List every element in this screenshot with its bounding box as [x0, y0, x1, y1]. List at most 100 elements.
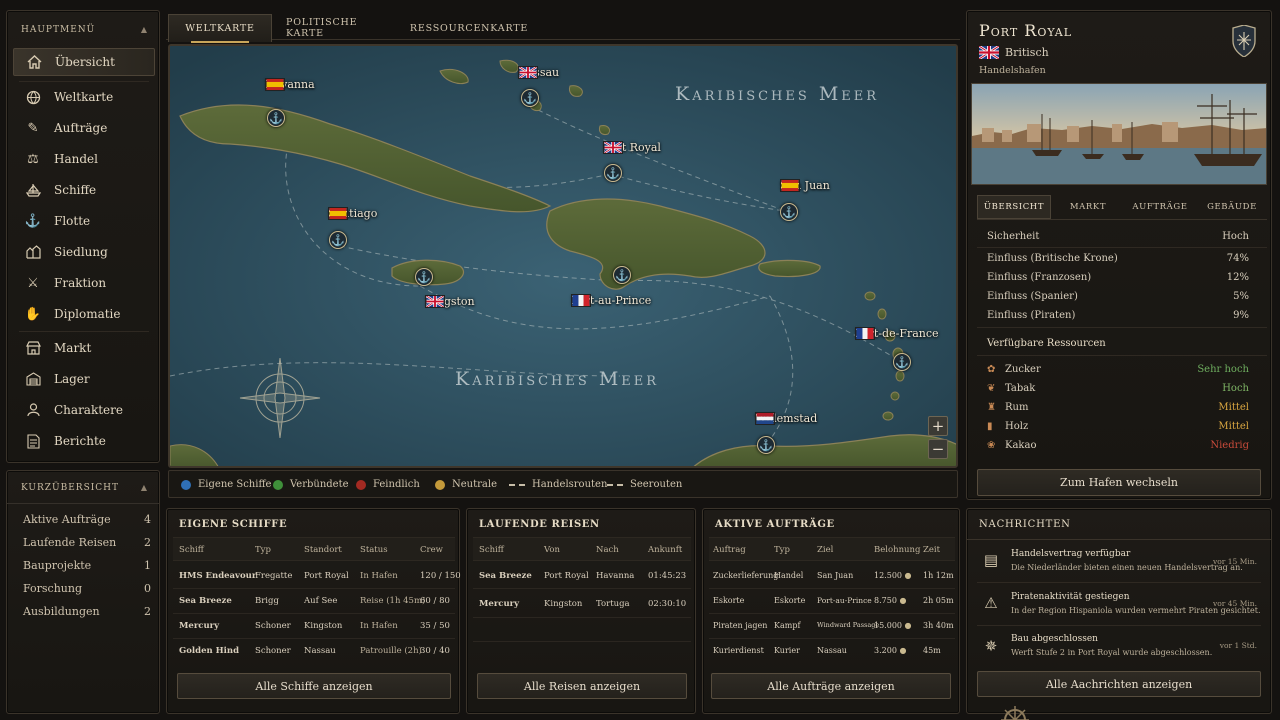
contract-icon: ▤	[983, 551, 999, 569]
port-tab-auftraege[interactable]: AUFTRÄGE	[1125, 195, 1195, 219]
port-anchor-icon[interactable]: ⚓	[757, 436, 775, 454]
legend-allies: Verbündete	[273, 479, 349, 490]
menu-item-lager[interactable]: Lager	[13, 365, 155, 393]
quick-row-voyages[interactable]: Laufende Reisen 2	[23, 536, 151, 549]
port-anchor-icon[interactable]: ⚓	[521, 89, 539, 107]
trade-icon: ⚖	[27, 151, 39, 167]
city-havanna[interactable]: Havanna	[265, 78, 315, 91]
menu-label: Handel	[54, 152, 98, 166]
col-header: Auftrag	[713, 545, 746, 555]
sugar-icon: ✿	[987, 364, 996, 375]
collapse-icon[interactable]: ▲	[141, 483, 147, 492]
menu-label: Aufträge	[54, 121, 108, 135]
quick-row-orders[interactable]: Aktive Aufträge 4	[23, 513, 151, 526]
col-header: Ankunft	[648, 545, 683, 555]
quick-row-research[interactable]: Forschung 0	[23, 582, 151, 595]
spain-flag-icon	[780, 179, 800, 192]
menu-item-siedlung[interactable]: Siedlung	[13, 238, 155, 266]
legend-dash	[509, 483, 525, 486]
coin-icon: ●	[899, 646, 907, 655]
port-anchor-icon[interactable]: ⚓	[893, 353, 911, 371]
city-willemstad[interactable]: Willemstad	[755, 412, 817, 425]
menu-item-fraktion[interactable]: ⚔ Fraktion	[13, 269, 155, 297]
britain-flag-icon	[518, 66, 538, 79]
city-santiago[interactable]: Santiago	[328, 207, 377, 220]
resource-row-rum: ♜ Rum Mittel	[987, 402, 1249, 413]
menu-item-handel[interactable]: ⚖ Handel	[13, 145, 155, 173]
menu-label: Flotte	[54, 214, 91, 228]
menu-item-berichte[interactable]: Berichte	[13, 427, 155, 455]
characters-icon	[25, 402, 41, 418]
tab-ressourcenkarte[interactable]: RESSOURCENKARTE	[410, 14, 527, 42]
port-tab-markt[interactable]: MARKT	[1053, 195, 1123, 219]
port-anchor-icon[interactable]: ⚓	[780, 203, 798, 221]
reward-value: 8.750 ●	[874, 596, 907, 605]
influence-row: Einfluss (Britische Krone) 74%	[987, 253, 1249, 264]
legend-dot	[435, 479, 445, 490]
col-header: Belohnung	[874, 545, 921, 555]
col-header: Nach	[596, 545, 619, 555]
port-anchor-icon[interactable]: ⚓	[604, 164, 622, 182]
zoom-in-button[interactable]: +	[928, 416, 948, 436]
city-san-juan[interactable]: San Juan	[780, 179, 830, 192]
port-type: Handelshafen	[979, 65, 1046, 76]
collapse-icon[interactable]: ▲	[141, 25, 147, 34]
port-anchor-icon[interactable]: ⚓	[613, 266, 631, 284]
coin-icon: ●	[899, 596, 907, 605]
menu-label: Fraktion	[54, 276, 107, 290]
quick-row-projects[interactable]: Bauprojekte 1	[23, 559, 151, 572]
menu-item-flotte[interactable]: ⚓ Flotte	[13, 207, 155, 235]
col-header: Zeit	[923, 545, 941, 555]
resources-title: Verfügbare Ressourcen	[987, 338, 1106, 349]
legend-trade-routes: Handelsrouten	[509, 479, 607, 490]
faction-icon: ⚔	[27, 275, 39, 291]
reports-icon	[25, 433, 41, 449]
col-header: Standort	[304, 545, 342, 555]
city-port-au-prince[interactable]: Port-au-Prince	[571, 294, 651, 307]
resource-row-holz: ▮ Holz Mittel	[987, 421, 1249, 432]
show-all-ships-button[interactable]: Alle Schiffe anzeigen	[177, 673, 451, 699]
main-menu-title: HAUPTMENÜ	[21, 25, 96, 35]
security-row: Sicherheit Hoch	[987, 231, 1249, 242]
show-all-news-button[interactable]: Alle Aachrichten anzeigen	[977, 671, 1261, 697]
show-all-voyages-button[interactable]: Alle Reisen anzeigen	[477, 673, 687, 699]
tab-politische-karte[interactable]: POLITISCHE KARTE	[286, 14, 388, 42]
menu-item-auftraege[interactable]: ✎ Aufträge	[13, 114, 155, 142]
menu-item-charaktere[interactable]: Charaktere	[13, 396, 155, 424]
col-header: Schiff	[179, 545, 204, 555]
news-title: NACHRICHTEN	[979, 519, 1071, 530]
city-kingston[interactable]: Kingston	[425, 295, 475, 308]
port-anchor-icon[interactable]: ⚓	[329, 231, 347, 249]
world-map[interactable]: Karibisches Meer Karibisches Meer Havann…	[168, 44, 958, 468]
menu-item-diplomatie[interactable]: ✋ Diplomatie	[13, 300, 155, 328]
legend-dot	[356, 479, 366, 490]
influence-row: Einfluss (Franzosen) 12%	[987, 272, 1249, 283]
city-fort-de-france[interactable]: Fort-de-France	[855, 327, 939, 340]
col-header: Crew	[420, 545, 443, 555]
city-nassau[interactable]: Nassau	[518, 66, 559, 79]
switch-to-port-button[interactable]: Zum Hafen wechseln	[977, 469, 1261, 496]
menu-item-markt[interactable]: Markt	[13, 334, 155, 362]
col-header: Schiff	[479, 545, 504, 555]
port-tab-gebaeude[interactable]: GEBÄUDE	[1197, 195, 1267, 219]
voyages-panel: LAUFENDE REISEN Schiff Von Nach Ankunft …	[466, 508, 696, 714]
settlement-icon	[25, 244, 41, 260]
city-port-royal[interactable]: Port Royal	[603, 141, 661, 154]
show-all-orders-button[interactable]: Alle Aufträge anzeigen	[711, 673, 951, 699]
zoom-out-button[interactable]: −	[928, 439, 948, 459]
map-canvas	[170, 46, 956, 466]
legend-dot	[181, 479, 191, 490]
menu-item-schiffe[interactable]: Schiffe	[13, 176, 155, 204]
port-anchor-icon[interactable]: ⚓	[267, 109, 285, 127]
warehouse-icon	[25, 371, 41, 387]
port-anchor-icon[interactable]: ⚓	[415, 268, 433, 286]
quick-row-training[interactable]: Ausbildungen 2	[23, 605, 151, 618]
menu-item-uebersicht[interactable]: Übersicht	[13, 48, 155, 76]
britain-flag-icon	[603, 141, 623, 154]
reward-value: 15.000 ●	[874, 621, 912, 630]
menu-item-weltkarte[interactable]: Weltkarte	[13, 83, 155, 111]
tab-weltkarte[interactable]: WELTKARTE	[168, 14, 272, 43]
reward-value: 3.200 ●	[874, 646, 907, 655]
influence-row: Einfluss (Spanier) 5%	[987, 291, 1249, 302]
port-tab-uebersicht[interactable]: ÜBERSICHT	[977, 195, 1051, 219]
